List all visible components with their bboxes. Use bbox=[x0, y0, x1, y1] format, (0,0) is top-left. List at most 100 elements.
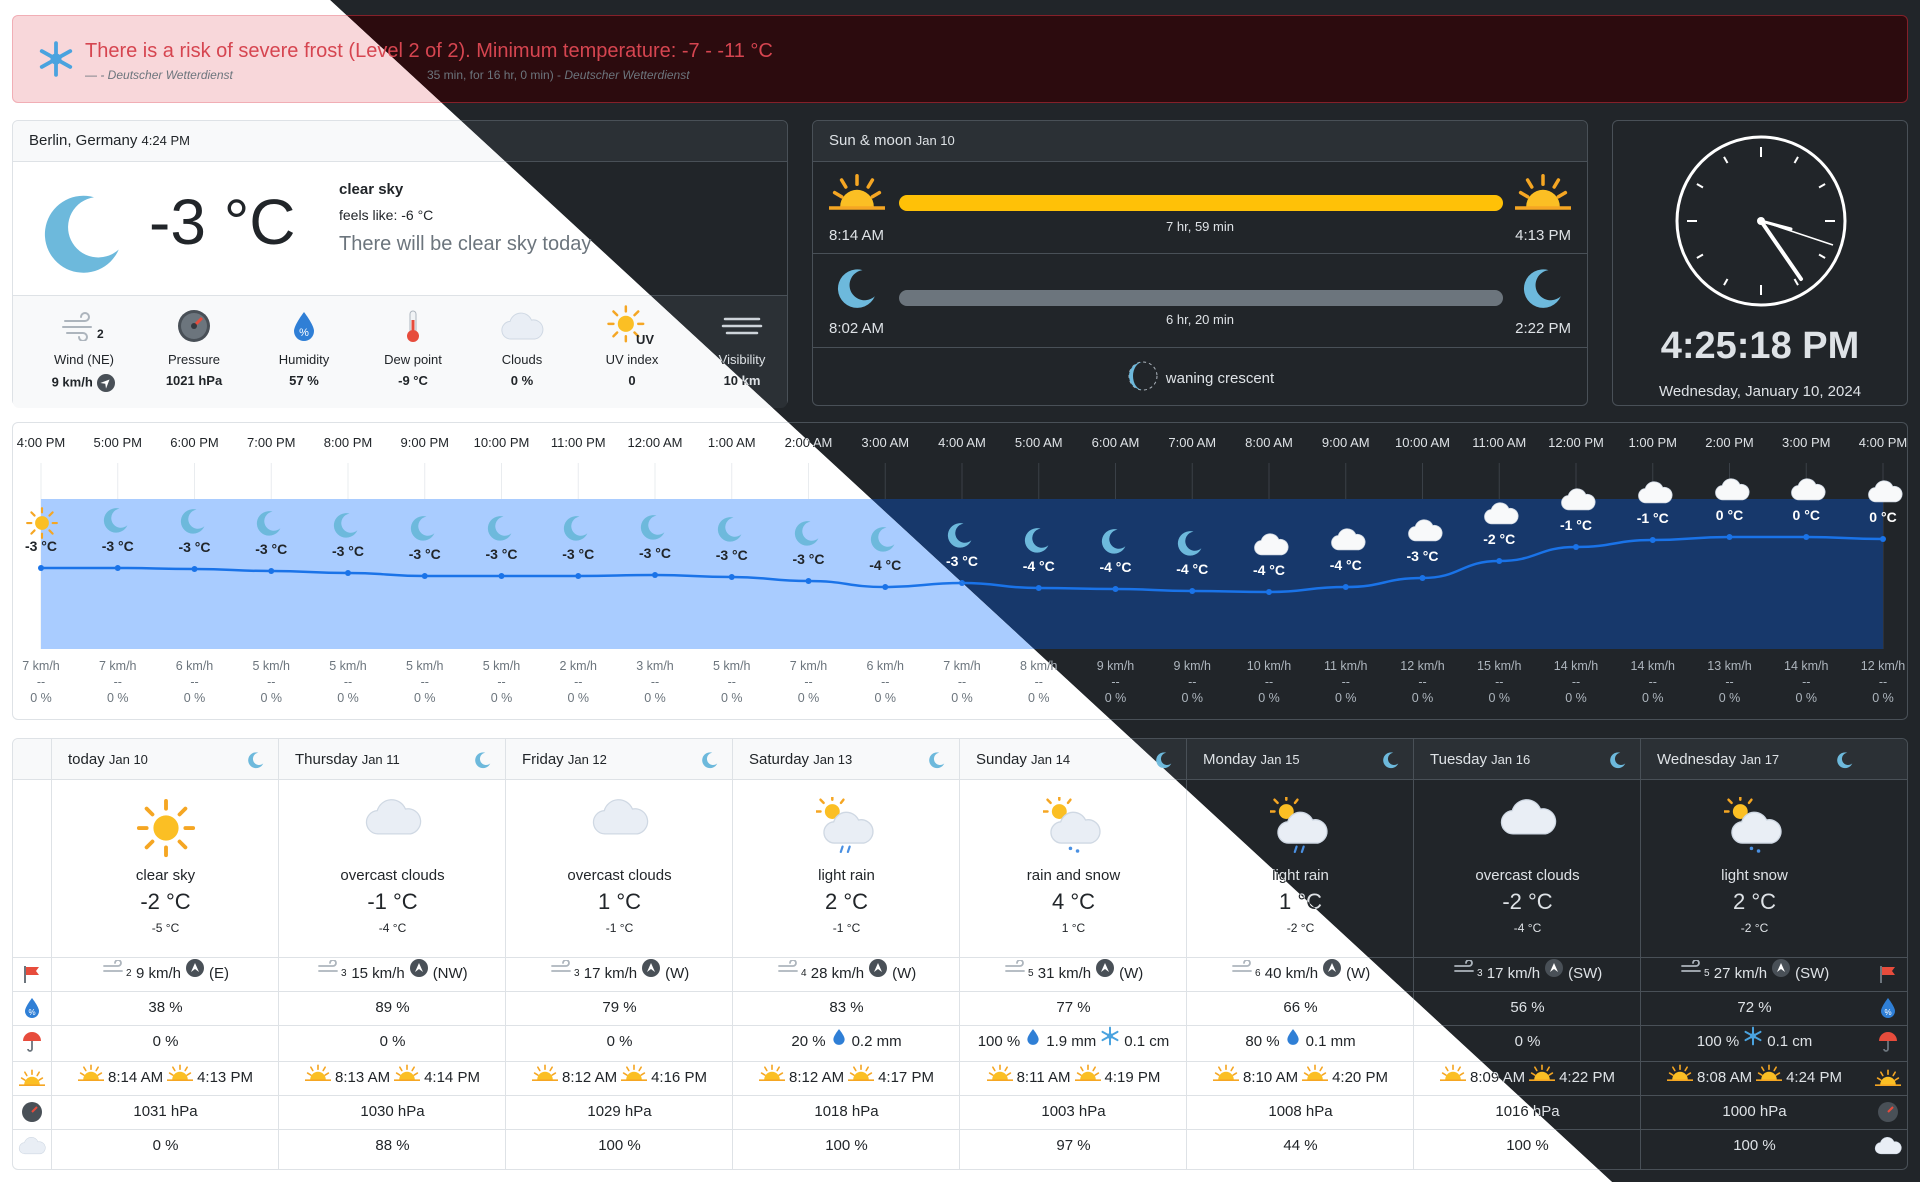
day-name: Monday bbox=[1203, 751, 1257, 768]
wind-icon: 2 bbox=[29, 304, 139, 348]
day-sun-times: 8:10 AM 4:20 PM bbox=[1187, 1061, 1414, 1095]
alert-subtitle: — - Deutscher Wetterdienst 35 min, for 1… bbox=[85, 68, 690, 82]
sunrise-icon bbox=[1869, 1061, 1907, 1095]
metric-value-wrap: 1021 hPa bbox=[139, 373, 249, 388]
hour-label: 1:00 PM bbox=[1628, 435, 1677, 450]
day-clouds: 100 % bbox=[598, 1137, 641, 1154]
svg-text:%: % bbox=[1884, 1008, 1891, 1017]
day-date: Jan 14 bbox=[1031, 752, 1071, 767]
temperature-point bbox=[1649, 537, 1656, 543]
day-name: Saturday bbox=[749, 751, 810, 768]
wind-direction-icon bbox=[1544, 957, 1564, 991]
day-sunset: 4:22 PM bbox=[1559, 1069, 1615, 1086]
day-precipitation: 0 % bbox=[279, 1025, 506, 1059]
temperature-point bbox=[1342, 584, 1349, 590]
day-clouds: 0 % bbox=[152, 1137, 179, 1154]
wind-flag-icon bbox=[13, 957, 51, 991]
cloud-icon bbox=[1790, 477, 1826, 507]
day-sunrise: 8:10 AM bbox=[1243, 1069, 1299, 1086]
wind-direction-icon bbox=[96, 374, 116, 392]
day-header: Thursday Jan 11 bbox=[295, 751, 400, 768]
snow-icon bbox=[1641, 797, 1868, 859]
day-clouds: 97 % bbox=[1056, 1137, 1091, 1154]
day-feels-like: -4 °C bbox=[1513, 921, 1542, 935]
day-wind: 2 9 km/h (E) bbox=[52, 957, 279, 991]
metric-wind-ne: 2 Wind (NE) 9 km/h bbox=[29, 296, 139, 406]
hour-wind: 9 km/h bbox=[1173, 659, 1211, 673]
hour-label: 4:00 AM bbox=[938, 435, 986, 450]
hour-wind: 2 km/h bbox=[559, 659, 597, 673]
hour-pop: 0 % bbox=[30, 691, 52, 705]
wind-direction: (W) bbox=[1346, 965, 1371, 982]
raindrop-icon bbox=[1284, 1025, 1302, 1059]
rain-probability: 80 % bbox=[1245, 1033, 1280, 1050]
hour-label: 6:00 AM bbox=[1091, 435, 1140, 450]
hour-pop: 0 % bbox=[567, 691, 590, 705]
day-date: Jan 17 bbox=[1740, 752, 1780, 767]
metric-value: 9 km/h bbox=[51, 374, 93, 390]
sunset-icon bbox=[1074, 1061, 1101, 1095]
wind-direction-icon bbox=[641, 957, 661, 991]
wind-direction-icon bbox=[1095, 957, 1115, 991]
temperature-point bbox=[1880, 536, 1886, 542]
day-sunset: 4:24 PM bbox=[1786, 1069, 1842, 1086]
day-temp: 2 °C bbox=[1732, 889, 1777, 914]
hour-wind: 15 km/h bbox=[1477, 659, 1522, 673]
metric-clouds: Clouds 0 % bbox=[467, 296, 577, 406]
daylight-bar bbox=[899, 195, 1503, 211]
gauge-icon bbox=[1869, 1095, 1907, 1129]
hour-pop: 0 % bbox=[797, 691, 820, 705]
rain-probability: 100 % bbox=[1696, 1033, 1740, 1050]
hour-label: 3:00 AM bbox=[861, 435, 910, 450]
svg-text:3: 3 bbox=[574, 968, 580, 978]
day-description: overcast clouds bbox=[340, 867, 445, 884]
hour-label: 9:00 AM bbox=[1321, 435, 1370, 450]
day-date: Jan 15 bbox=[1260, 752, 1300, 767]
sunmoon-date: Jan 10 bbox=[915, 133, 955, 148]
hour-pop: 0 % bbox=[1641, 691, 1664, 705]
metric-value-wrap: 9 km/h bbox=[29, 373, 139, 393]
hour-pop: 0 % bbox=[183, 691, 206, 705]
rain-probability: 100 % bbox=[977, 1033, 1021, 1050]
hour-wind: 5 km/h bbox=[482, 659, 521, 673]
moon-icon bbox=[255, 509, 283, 542]
umbrella-icon bbox=[1869, 1025, 1907, 1059]
thermometer-icon bbox=[358, 304, 468, 348]
wind-icon: 6 bbox=[1231, 957, 1261, 991]
metric-label: Wind (NE) bbox=[54, 352, 114, 367]
hour-pop: 0 % bbox=[720, 691, 743, 705]
wind-direction: (SW) bbox=[1795, 965, 1830, 982]
hour-temp: 0 °C bbox=[1869, 509, 1897, 525]
hour-temp: -1 °C bbox=[1636, 510, 1669, 526]
hour-precip: -- bbox=[1111, 675, 1120, 689]
sunset-icon bbox=[1302, 1061, 1329, 1095]
metric-label: Humidity bbox=[278, 352, 330, 367]
rain-probability: 0 % bbox=[1514, 1033, 1541, 1050]
temperature-point bbox=[1266, 589, 1272, 595]
hour-wind: 5 km/h bbox=[405, 659, 444, 673]
rain-amount: 0.1 mm bbox=[1305, 1033, 1356, 1050]
wind-speed: 15 km/h bbox=[351, 965, 405, 982]
moon-icon bbox=[1100, 527, 1128, 560]
metric-value: -9 °C bbox=[398, 373, 428, 388]
day-wind: 4 28 km/h (W) bbox=[733, 957, 960, 991]
day-header: Sunday Jan 14 bbox=[976, 751, 1070, 768]
hour-label: 7:00 PM bbox=[247, 435, 296, 450]
day-description: light snow bbox=[1721, 867, 1788, 884]
moon-icon bbox=[39, 189, 127, 282]
hour-temp: -3 °C bbox=[255, 541, 288, 557]
waning-crescent-icon bbox=[1126, 359, 1160, 397]
day-humidity: 83 % bbox=[829, 999, 864, 1016]
metric-value-wrap: -9 °C bbox=[358, 373, 468, 388]
hour-label: 5:00 PM bbox=[93, 435, 142, 450]
cloud-icon bbox=[1414, 797, 1641, 838]
hour-label: 4:00 PM bbox=[16, 435, 66, 450]
hour-pop: 0 % bbox=[1488, 691, 1511, 705]
day-feels-like: -1 °C bbox=[832, 921, 861, 935]
wind-speed: 31 km/h bbox=[1037, 965, 1092, 982]
moon-row: 8:02 AM 2:22 PM 6 hr, 20 min bbox=[813, 254, 1587, 346]
moon-icon bbox=[1176, 529, 1204, 562]
day-sunset: 4:16 PM bbox=[651, 1069, 707, 1086]
sunrise-icon bbox=[532, 1061, 559, 1095]
moon-phase: waning crescent bbox=[813, 359, 1587, 397]
